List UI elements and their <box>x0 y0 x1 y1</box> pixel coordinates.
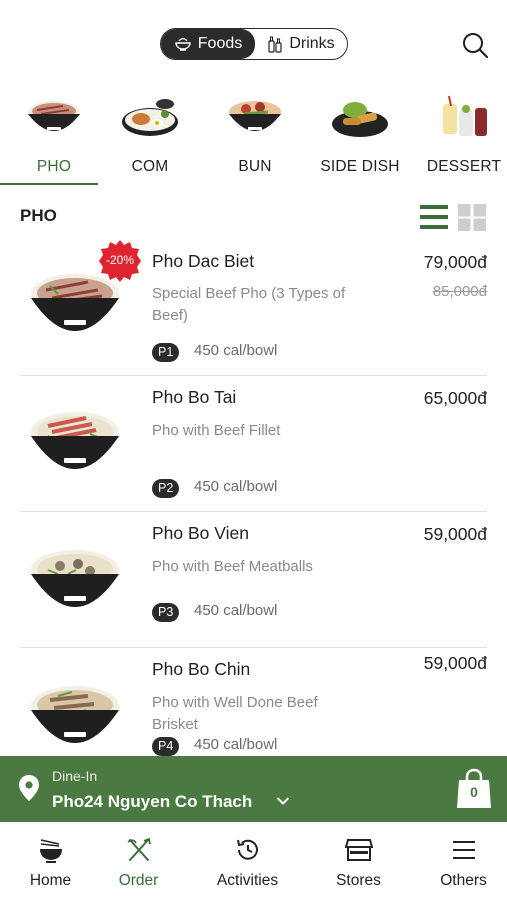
history-icon <box>236 839 258 860</box>
category-label: SIDE DISH <box>320 158 400 175</box>
com-category-image <box>122 99 178 136</box>
menu-item[interactable]: -20% Pho Dac Biet Special Beef Pho (3 Ty… <box>0 240 507 376</box>
tab-drinks[interactable]: Drinks <box>255 29 347 59</box>
top-bar: Foods Drinks <box>0 0 507 88</box>
item-price: 79,000đ <box>423 252 487 272</box>
category-label: PHO <box>36 158 72 175</box>
dessert-category-image <box>443 95 487 136</box>
search-icon <box>463 33 489 59</box>
menu-icon <box>452 841 475 859</box>
item-calories: 450 cal/bowl <box>194 478 278 495</box>
item-name: Pho Dac Biet <box>152 251 255 271</box>
item-price: 65,000đ <box>423 388 487 408</box>
discount-label: -20% <box>105 253 134 267</box>
category-label: BUN <box>238 158 272 175</box>
chevron-down-icon[interactable] <box>276 796 290 806</box>
grid-view-icon[interactable] <box>458 203 486 231</box>
item-name: Pho Bo Tai <box>152 387 237 407</box>
category-label: DESSERT <box>426 158 502 175</box>
menu-item[interactable]: Pho Bo Tai Pho with Beef Fillet 65,000đ … <box>0 376 507 512</box>
nav-label: Home <box>29 872 72 889</box>
item-code-badge: P1 <box>152 343 180 362</box>
category-com[interactable]: COM <box>100 88 200 186</box>
item-description: Pho with Well Done Beef Brisket <box>152 694 318 733</box>
item-price: 59,000đ <box>423 524 487 544</box>
bottom-navigation: Home Order Activities Stores Others <box>0 822 507 900</box>
category-side-dish[interactable]: SIDE DISH <box>310 88 410 186</box>
tab-drinks-label: Drinks <box>289 35 335 52</box>
location-pin-icon <box>19 775 39 801</box>
nav-order[interactable]: Order <box>88 822 189 900</box>
item-old-price: 85,000đ <box>432 283 487 300</box>
menu-type-toggle: Foods Drinks <box>160 28 348 60</box>
nav-label: Others <box>440 872 487 889</box>
nav-others[interactable]: Others <box>413 822 507 900</box>
tab-foods[interactable]: Foods <box>161 29 255 59</box>
item-description: Pho with Beef Fillet <box>152 422 281 439</box>
category-label: COM <box>131 158 169 175</box>
utensils-icon <box>126 837 151 861</box>
item-calories: 450 cal/bowl <box>194 342 278 359</box>
bowl-icon <box>175 38 191 51</box>
pho-bo-chin-image <box>31 686 119 743</box>
nav-activities[interactable]: Activities <box>197 822 298 900</box>
pho-category-image <box>28 101 80 131</box>
item-code-badge: P3 <box>152 603 180 622</box>
store-icon <box>344 839 373 861</box>
item-code-badge: P2 <box>152 479 180 498</box>
nav-label: Activities <box>216 872 279 889</box>
item-description: Special Beef Pho (3 Types of Beef) <box>152 285 346 324</box>
nav-home[interactable]: Home <box>0 822 101 900</box>
item-calories: 450 cal/bowl <box>194 602 278 619</box>
category-dessert[interactable]: DESSERT <box>414 88 507 186</box>
nav-label: Order <box>118 872 159 889</box>
store-name: Pho24 Nguyen Co Thach <box>52 792 253 811</box>
category-bun[interactable]: BUN <box>205 88 305 186</box>
cart-count: 0 <box>470 784 478 800</box>
tab-foods-label: Foods <box>197 35 243 52</box>
item-price: 59,000đ <box>423 653 487 673</box>
active-category-underline <box>0 183 98 185</box>
nav-label: Stores <box>336 872 381 889</box>
service-mode-label: Dine-In <box>52 768 98 784</box>
item-calories: 450 cal/bowl <box>194 736 278 753</box>
bottles-icon <box>268 36 282 53</box>
menu-item[interactable]: Pho Bo Vien Pho with Beef Meatballs 59,0… <box>0 512 507 648</box>
search-button[interactable] <box>460 30 490 60</box>
section-title: PHO <box>20 206 57 225</box>
category-bar: PHO COM BUN SIDE DISH DESSERT <box>0 88 507 186</box>
item-name: Pho Bo Vien <box>152 523 249 543</box>
item-description: Pho with Beef Meatballs <box>152 558 313 575</box>
pho-bo-vien-image <box>31 550 119 607</box>
bun-category-image <box>229 101 281 131</box>
pho-bo-tai-image <box>31 412 119 469</box>
item-code-badge: P4 <box>152 737 180 756</box>
store-selector-bar[interactable]: Dine-In Pho24 Nguyen Co Thach 0 <box>0 756 507 822</box>
list-view-icon[interactable] <box>420 203 448 231</box>
category-pho[interactable]: PHO <box>4 88 104 186</box>
noodle-bowl-icon <box>39 839 62 863</box>
side-dish-category-image <box>332 102 388 137</box>
item-name: Pho Bo Chin <box>152 659 251 679</box>
nav-stores[interactable]: Stores <box>308 822 409 900</box>
